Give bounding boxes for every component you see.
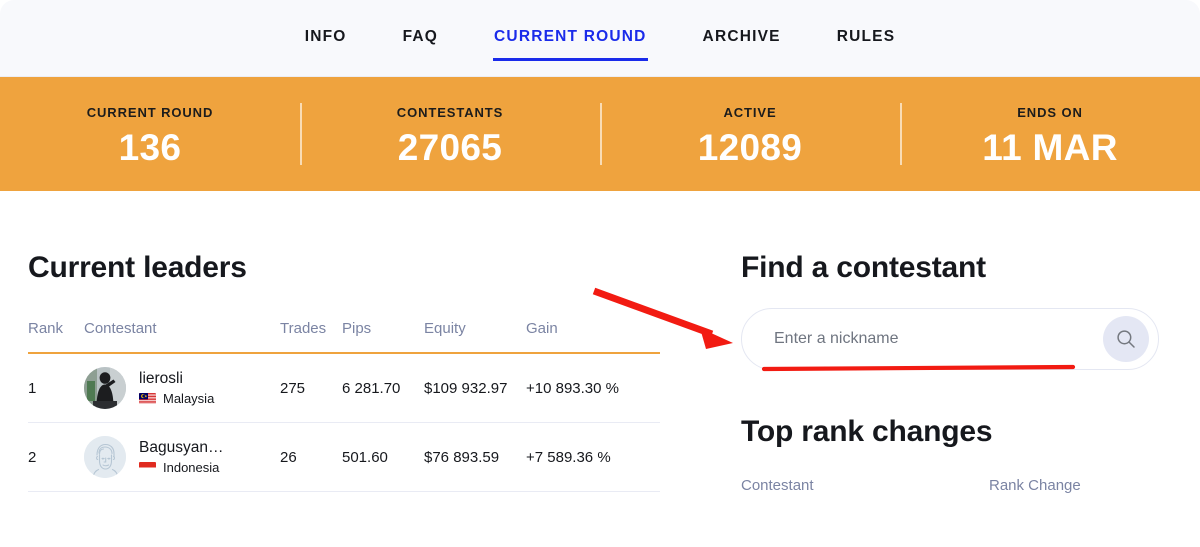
nav-item-rules[interactable]: RULES bbox=[837, 23, 896, 53]
cell-gain: +7 589.36 % bbox=[526, 422, 660, 492]
cell-gain: +10 893.30 % bbox=[526, 353, 660, 423]
search-icon bbox=[1117, 330, 1135, 348]
nav-list: INFO FAQ CURRENT ROUND ARCHIVE RULES bbox=[305, 0, 896, 76]
avatar bbox=[84, 436, 126, 478]
cell-equity: $109 932.97 bbox=[424, 353, 526, 423]
contestant-cell: Bagusyan… Indonesia bbox=[84, 436, 280, 478]
stat-active: ACTIVE 12089 bbox=[600, 102, 900, 166]
indonesia-flag-icon bbox=[139, 462, 156, 474]
stat-value: 27065 bbox=[397, 127, 503, 168]
malaysia-flag-icon bbox=[139, 393, 156, 405]
contestant-cell: lierosli Malaysia bbox=[84, 367, 280, 409]
nav-item-label: ARCHIVE bbox=[702, 28, 781, 46]
column-header-contestant: Contestant bbox=[84, 320, 280, 354]
stat-value: 11 MAR bbox=[982, 127, 1118, 168]
contestant-country: Malaysia bbox=[139, 391, 214, 406]
contestant-meta: lierosli Malaysia bbox=[139, 369, 214, 406]
contestant-name: Bagusyan… bbox=[139, 438, 224, 456]
cell-contestant[interactable]: lierosli Malaysia bbox=[84, 353, 280, 423]
leaders-table: Rank Contestant Trades Pips Equity Gain … bbox=[28, 320, 660, 492]
photo-avatar-icon bbox=[84, 367, 126, 409]
stat-label: CURRENT ROUND bbox=[86, 105, 214, 120]
stat-label: ACTIVE bbox=[723, 105, 777, 120]
cell-equity: $76 893.59 bbox=[424, 422, 526, 492]
cell-contestant[interactable]: Bagusyan… Indonesia bbox=[84, 422, 280, 492]
table-header-row: Rank Contestant Trades Pips Equity Gain bbox=[28, 320, 660, 354]
search-input[interactable] bbox=[774, 330, 1103, 348]
stat-label: CONTESTANTS bbox=[396, 105, 504, 120]
stat-value: 12089 bbox=[697, 127, 803, 168]
column-header-trades: Trades bbox=[280, 320, 342, 354]
round-stats-bar: CURRENT ROUND 136 CONTESTANTS 27065 ACTI… bbox=[0, 77, 1200, 191]
search-contestant-field[interactable] bbox=[741, 308, 1159, 370]
column-header-equity: Equity bbox=[424, 320, 526, 354]
stat-label: ENDS ON bbox=[1017, 105, 1083, 120]
avatar bbox=[84, 367, 126, 409]
stat-current-round: CURRENT ROUND 136 bbox=[0, 102, 300, 166]
column-header-gain: Gain bbox=[526, 320, 660, 354]
stat-value: 136 bbox=[118, 127, 182, 168]
column-header-rank: Rank bbox=[28, 320, 84, 354]
cell-pips: 6 281.70 bbox=[342, 353, 424, 423]
nav-item-label: RULES bbox=[836, 28, 896, 46]
contestant-name: lierosli bbox=[139, 369, 183, 387]
nav-item-current-round[interactable]: CURRENT ROUND bbox=[493, 23, 648, 61]
contestant-meta: Bagusyan… Indonesia bbox=[139, 438, 224, 475]
nav-item-faq[interactable]: FAQ bbox=[403, 23, 438, 53]
current-leaders-section: Current leaders Rank Contestant Trades P… bbox=[28, 191, 660, 492]
contestant-country: Indonesia bbox=[139, 460, 223, 475]
cell-rank: 2 bbox=[28, 422, 84, 492]
country-name: Malaysia bbox=[163, 391, 215, 407]
nav-item-info[interactable]: INFO bbox=[305, 23, 347, 53]
search-button[interactable] bbox=[1103, 316, 1149, 362]
cell-trades: 26 bbox=[280, 422, 342, 492]
column-header-pips: Pips bbox=[342, 320, 424, 354]
stat-ends-on: ENDS ON 11 MAR bbox=[900, 102, 1200, 166]
stat-contestants: CONTESTANTS 27065 bbox=[300, 102, 600, 166]
placeholder-avatar-icon bbox=[84, 436, 126, 478]
top-rank-changes-title: Top rank changes bbox=[741, 415, 993, 448]
main-navigation: INFO FAQ CURRENT ROUND ARCHIVE RULES bbox=[0, 0, 1200, 77]
column-header-rank-change: Rank Change bbox=[989, 477, 1081, 494]
nav-item-label: CURRENT ROUND bbox=[494, 28, 647, 46]
cell-pips: 501.60 bbox=[342, 422, 424, 492]
table-row[interactable]: 1 lierosli Malaysia 275 6 281.70 $109 93… bbox=[28, 353, 660, 423]
cell-rank: 1 bbox=[28, 353, 84, 423]
nav-item-label: FAQ bbox=[402, 28, 439, 46]
table-row[interactable]: 2 Bagusyan… Indonesia 26 501.60 $76 893.… bbox=[28, 422, 660, 492]
cell-trades: 275 bbox=[280, 353, 342, 423]
page-title: Current leaders bbox=[28, 251, 247, 284]
rank-changes-header-row: Contestant Rank Change bbox=[741, 477, 1159, 494]
find-contestant-title: Find a contestant bbox=[741, 251, 986, 284]
nav-item-label: INFO bbox=[304, 28, 347, 46]
column-header-contestant: Contestant bbox=[741, 477, 814, 494]
browser-window: INFO FAQ CURRENT ROUND ARCHIVE RULES CUR… bbox=[0, 0, 1200, 547]
page-content: Current leaders Rank Contestant Trades P… bbox=[0, 191, 1200, 547]
nav-item-archive[interactable]: ARCHIVE bbox=[703, 23, 781, 53]
right-column: Find a contestant Top rank changes Conte… bbox=[741, 191, 1171, 494]
country-name: Indonesia bbox=[163, 460, 220, 476]
